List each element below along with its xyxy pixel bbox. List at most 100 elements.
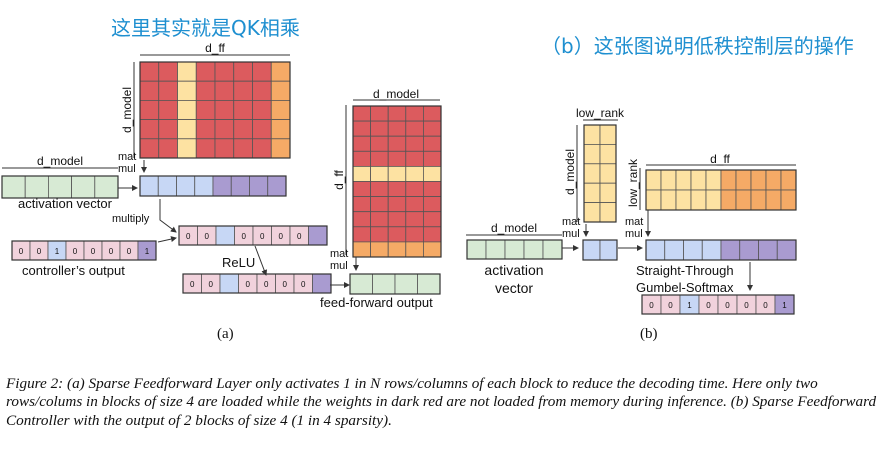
lowrank-dff-matrix-cell: [645, 169, 662, 191]
lowrank-dmodel-matrix-cell: [599, 124, 617, 145]
matmul-b-2a: mat: [625, 216, 643, 228]
arrow-product-to-multiply: [159, 199, 177, 233]
lowrank-dff-matrix-cell: [675, 169, 692, 191]
dff-product-vector-cell: [664, 239, 684, 261]
weight-matrix-qk-cell: [195, 61, 216, 82]
gumbel-output-vector-bit: 0: [725, 301, 730, 310]
weight-matrix-ffn-cell: [352, 226, 372, 243]
multiplied-vector-bit: 0: [205, 232, 210, 241]
weight-matrix-ffn-cell: [370, 211, 389, 228]
activation-vector-a-cell: [94, 175, 119, 199]
gumbel-output-vector-bit: 0: [668, 301, 673, 310]
sublabel-b: (b): [640, 326, 658, 342]
dim-dmodel-vector-label: d_model: [37, 154, 83, 168]
weight-matrix-qk-cell: [177, 100, 197, 121]
feed-forward-output-vector-cell: [372, 273, 396, 295]
activation-vector-b-cell: [523, 239, 544, 260]
weight-matrix-ffn-cell: [387, 165, 407, 182]
lowrank-dmodel-matrix-cell: [599, 163, 617, 184]
weight-matrix-qk-cell: [252, 100, 272, 121]
relu-vector-bit: 0: [283, 280, 288, 289]
low-rank-vertical-label: low_rank: [626, 158, 640, 207]
activation-vector-b-cell: [485, 239, 506, 260]
weight-matrix-ffn-cell: [370, 135, 389, 152]
straight-through-label-1: Straight-Through: [636, 263, 734, 278]
weight-matrix-qk-cell: [139, 80, 160, 101]
weight-matrix-qk-cell: [252, 80, 272, 101]
lowrank-dff-matrix-cell: [690, 169, 707, 191]
controller-output-vector-bit: 0: [109, 247, 114, 256]
gumbel-output-vector-bit: 0: [706, 301, 711, 310]
lowrank-dmodel-matrix-cell: [583, 124, 601, 145]
lowrank-dff-matrix-cell: [660, 189, 677, 211]
weight-matrix-qk-cell: [233, 138, 253, 159]
matmul-b-2b: mul: [625, 228, 643, 240]
dff-product-vector-cell: [683, 239, 703, 261]
weight-matrix-ffn-cell: [352, 241, 372, 258]
lowrank-dff-matrix-cell: [765, 189, 782, 211]
lowrank-dmodel-matrix-cell: [583, 143, 601, 165]
relu-vector-bit: 0: [209, 280, 214, 289]
lowrank-dff-matrix-cell: [705, 169, 722, 191]
dff-product-vector-cell: [776, 239, 797, 261]
weight-matrix-ffn-cell: [352, 196, 372, 213]
weight-matrix-qk-cell: [214, 100, 235, 121]
weight-matrix-ffn-cell: [352, 120, 372, 137]
weight-matrix-ffn-cell: [387, 241, 407, 258]
weight-matrix-qk-cell: [270, 119, 291, 140]
lowrank-dff-matrix-cell: [675, 189, 692, 211]
weight-matrix-ffn-cell: [387, 150, 407, 167]
relu-label: ReLU: [222, 255, 255, 270]
matmul-product-a-cell: [157, 175, 177, 197]
weight-matrix-qk-cell: [195, 119, 216, 140]
lowrank-product-vector-cell: [599, 239, 618, 261]
lowrank-dff-matrix-cell: [780, 169, 797, 191]
controller-output-vector-bit: 0: [91, 247, 96, 256]
weight-matrix-ffn-cell: [370, 150, 389, 167]
weight-matrix-ffn-cell: [352, 105, 372, 122]
gumbel-output-vector-bit: 0: [649, 301, 654, 310]
relu-vector-bit: 0: [264, 280, 269, 289]
activation-vector-b-cell: [466, 239, 487, 260]
weight-matrix-qk-cell: [252, 119, 272, 140]
feed-forward-output-vector-cell: [394, 273, 418, 295]
multiplied-vector-bit: 0: [260, 232, 265, 241]
figure-caption: Figure 2: (a) Sparse Feedforward Layer o…: [6, 375, 877, 429]
lowrank-dff-matrix-cell: [765, 169, 782, 191]
weight-matrix-ffn-cell: [387, 105, 407, 122]
weight-matrix-ffn-cell: [352, 181, 372, 198]
weight-matrix-qk-cell: [270, 61, 291, 82]
weight-matrix-ffn-cell: [370, 105, 389, 122]
dmodel-vertical-b-label: d_model: [563, 149, 577, 195]
weight-matrix-qk-cell: [177, 119, 197, 140]
lowrank-dff-matrix-cell: [705, 189, 722, 211]
weight-matrix-qk-cell: [214, 119, 235, 140]
activation-vector-a-cell: [1, 175, 26, 199]
feed-forward-output-vector-cell: [417, 273, 441, 295]
low-rank-top-label: low_rank: [576, 106, 625, 120]
weight-matrix-ffn-cell: [422, 226, 442, 243]
weight-matrix-qk-cell: [270, 100, 291, 121]
matmul-product-a-cell: [249, 175, 269, 197]
matmul-product-a-cell: [139, 175, 159, 197]
weight-matrix-qk-cell: [214, 61, 235, 82]
weight-matrix-ffn-cell: [387, 181, 407, 198]
lowrank-dmodel-matrix-cell: [599, 182, 617, 203]
lowrank-dmodel-matrix-cell: [583, 163, 601, 184]
controller-output-vector-bit: 0: [127, 247, 132, 256]
lowrank-dmodel-matrix-cell: [583, 202, 601, 223]
matmul-product-a-cell: [267, 175, 287, 197]
multiplied-vector-cell: [215, 225, 235, 246]
weight-matrix-ffn-cell: [422, 105, 442, 122]
weight-matrix-ffn-cell: [422, 211, 442, 228]
lowrank-dff-matrix-cell: [750, 189, 767, 211]
feed-forward-output-vector-cell: [349, 273, 373, 295]
weight-matrix-qk-cell: [214, 138, 235, 159]
gumbel-output-vector-bit: 0: [763, 301, 768, 310]
sublabel-a: (a): [217, 326, 234, 342]
weight-matrix-qk-cell: [158, 100, 178, 121]
matmul-label-1a: mat: [118, 151, 136, 163]
relu-vector-cell: [219, 273, 239, 294]
weight-matrix-ffn-cell: [387, 226, 407, 243]
weight-matrix-ffn-cell: [352, 211, 372, 228]
